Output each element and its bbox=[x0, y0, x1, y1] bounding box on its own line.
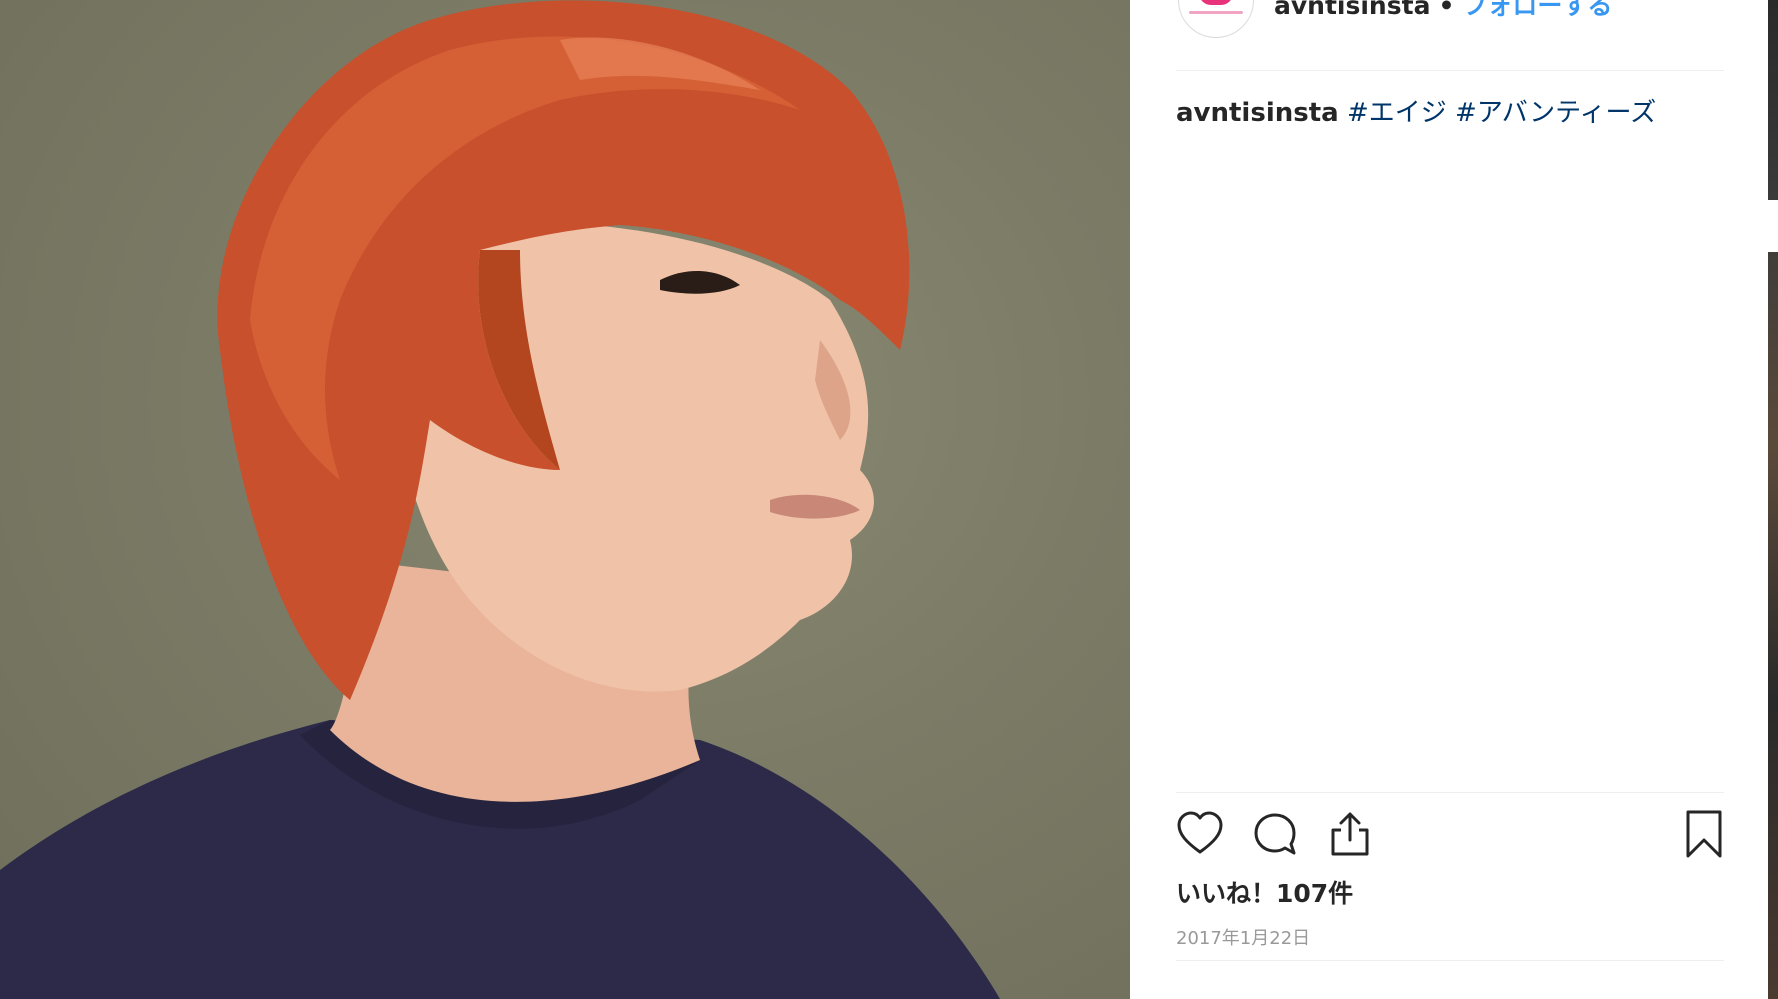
brand-logo-icon bbox=[1199, 0, 1233, 5]
hashtag-link[interactable]: #エイジ bbox=[1347, 98, 1447, 128]
likes-count[interactable]: いいね！107件 bbox=[1176, 874, 1353, 910]
portrait-photo bbox=[0, 0, 1000, 999]
post-sidebar: avntisinsta • フォローする avntisinsta #エイジ #アバン… bbox=[1130, 0, 1768, 999]
bookmark-icon bbox=[1686, 810, 1722, 858]
separator-dot: • bbox=[1438, 0, 1455, 20]
comment-icon bbox=[1254, 813, 1296, 855]
comment-button[interactable] bbox=[1251, 810, 1299, 858]
save-button[interactable] bbox=[1680, 810, 1728, 858]
bottom-divider bbox=[1176, 960, 1724, 961]
post-header: avntisinsta • フォローする bbox=[1274, 0, 1612, 22]
logo-text-mark bbox=[1189, 11, 1243, 14]
hashtag-link[interactable]: #アバンティーズ bbox=[1455, 98, 1656, 128]
post-caption: avntisinsta #エイジ #アバンティーズ bbox=[1176, 92, 1656, 129]
post-date[interactable]: 2017年1月22日 bbox=[1176, 924, 1310, 950]
post-photo[interactable] bbox=[0, 0, 1130, 999]
header-divider bbox=[1176, 70, 1724, 71]
profile-avatar[interactable] bbox=[1178, 0, 1254, 38]
edge-gap bbox=[1768, 200, 1778, 252]
header-username[interactable]: avntisinsta bbox=[1274, 0, 1430, 20]
share-button[interactable] bbox=[1326, 810, 1374, 858]
follow-button[interactable]: フォローする bbox=[1462, 0, 1612, 20]
actions-divider bbox=[1176, 792, 1724, 793]
like-button[interactable] bbox=[1176, 810, 1224, 858]
share-icon bbox=[1331, 812, 1369, 856]
background-edge bbox=[1768, 0, 1778, 999]
caption-username[interactable]: avntisinsta bbox=[1176, 98, 1339, 128]
heart-icon bbox=[1177, 811, 1223, 854]
